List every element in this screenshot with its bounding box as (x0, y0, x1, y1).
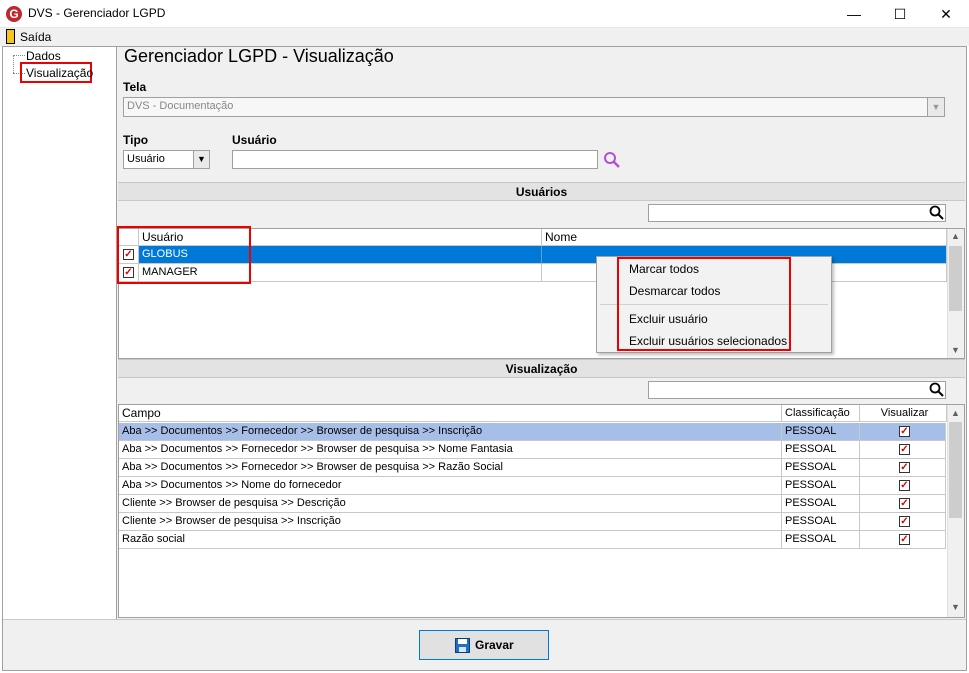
scroll-down-icon[interactable]: ▼ (947, 345, 964, 355)
dropdown-arrow-icon[interactable]: ▼ (193, 151, 209, 168)
checkbox-checked-icon[interactable]: ✓ (899, 444, 910, 455)
scroll-up-icon[interactable]: ▲ (947, 231, 964, 241)
tree-connector (13, 55, 14, 73)
view-cell-campo: Aba >> Documentos >> Fornecedor >> Brows… (119, 423, 782, 441)
users-scroll-thumb[interactable] (949, 246, 962, 311)
view-scroll-thumb[interactable] (949, 422, 962, 518)
checkbox-checked-icon[interactable]: ✓ (899, 534, 910, 545)
annotation-box (117, 226, 251, 284)
tree-connector (13, 55, 25, 56)
view-cell-visualizar: ✓ (860, 513, 946, 531)
view-cell-visualizar: ✓ (860, 459, 946, 477)
minimize-icon: — (847, 6, 861, 22)
divider (3, 619, 966, 620)
maximize-button[interactable]: ☐ (877, 0, 923, 28)
view-section-header: Visualização (118, 359, 965, 378)
save-button-label: Gravar (475, 638, 514, 652)
checkbox-checked-icon[interactable]: ✓ (899, 426, 910, 437)
view-cell-visualizar: ✓ (860, 477, 946, 495)
tipo-select[interactable]: Usuário ▼ (123, 150, 210, 169)
view-cell-campo: Aba >> Documentos >> Fornecedor >> Brows… (119, 441, 782, 459)
usuario-input[interactable] (232, 150, 598, 169)
tipo-value: Usuário (127, 153, 165, 165)
tela-combo[interactable]: DVS - Documentação ▼ (123, 97, 945, 117)
view-col-visualizar[interactable]: Visualizar (860, 405, 947, 422)
exit-door-icon (6, 29, 15, 44)
view-col-campo[interactable]: Campo (119, 405, 782, 422)
menu-exit[interactable]: Saída (20, 30, 51, 44)
view-search-input[interactable] (648, 381, 946, 399)
view-cell-classificacao: PESSOAL (782, 459, 860, 477)
scroll-down-icon[interactable]: ▼ (947, 602, 964, 612)
scroll-up-icon[interactable]: ▲ (947, 408, 964, 418)
save-disk-icon (455, 638, 470, 653)
search-icon[interactable] (603, 151, 621, 169)
app-logo-icon: G (6, 6, 22, 22)
view-cell-campo: Aba >> Documentos >> Fornecedor >> Brows… (119, 459, 782, 477)
usuario-label: Usuário (232, 133, 277, 147)
tipo-label: Tipo (123, 133, 149, 147)
view-cell-classificacao: PESSOAL (782, 441, 860, 459)
menu-bar (0, 28, 969, 46)
view-cell-campo: Razão social (119, 531, 782, 549)
view-cell-visualizar: ✓ (860, 531, 946, 549)
tree-item-visualizacao[interactable]: Visualização (26, 66, 93, 80)
view-cell-campo: Aba >> Documentos >> Nome do fornecedor (119, 477, 782, 495)
annotation-box (617, 257, 791, 351)
tree-item-dados[interactable]: Dados (26, 49, 61, 63)
save-button[interactable]: Gravar (419, 630, 549, 660)
maximize-icon: ☐ (893, 6, 907, 22)
view-cell-campo: Cliente >> Browser de pesquisa >> Inscri… (119, 513, 782, 531)
search-icon[interactable] (929, 205, 944, 220)
view-cell-classificacao: PESSOAL (782, 423, 860, 441)
view-cell-classificacao: PESSOAL (782, 531, 860, 549)
view-cell-classificacao: PESSOAL (782, 495, 860, 513)
view-cell-visualizar: ✓ (860, 495, 946, 513)
minimize-button[interactable]: — (831, 0, 877, 28)
view-cell-visualizar: ✓ (860, 441, 946, 459)
close-button[interactable]: ✕ (923, 0, 969, 28)
users-col-nome[interactable]: Nome (542, 229, 947, 246)
view-cell-visualizar: ✓ (860, 423, 946, 441)
tela-value: DVS - Documentação (127, 100, 234, 112)
window-title: DVS - Gerenciador LGPD (28, 6, 166, 20)
users-section-header: Usuários (118, 182, 965, 201)
navigation-tree (3, 47, 117, 619)
view-cell-campo: Cliente >> Browser de pesquisa >> Descri… (119, 495, 782, 513)
dropdown-arrow-icon[interactable]: ▼ (927, 98, 944, 116)
checkbox-checked-icon[interactable]: ✓ (899, 498, 910, 509)
search-icon[interactable] (929, 382, 944, 397)
view-cell-classificacao: PESSOAL (782, 513, 860, 531)
checkbox-checked-icon[interactable]: ✓ (899, 462, 910, 473)
checkbox-checked-icon[interactable]: ✓ (899, 480, 910, 491)
close-icon: ✕ (940, 6, 952, 22)
view-cell-classificacao: PESSOAL (782, 477, 860, 495)
checkbox-checked-icon[interactable]: ✓ (899, 516, 910, 527)
page-title: Gerenciador LGPD - Visualização (124, 46, 394, 66)
view-col-classificacao[interactable]: Classificação (782, 405, 860, 422)
tela-label: Tela (123, 80, 147, 94)
users-search-input[interactable] (648, 204, 946, 222)
